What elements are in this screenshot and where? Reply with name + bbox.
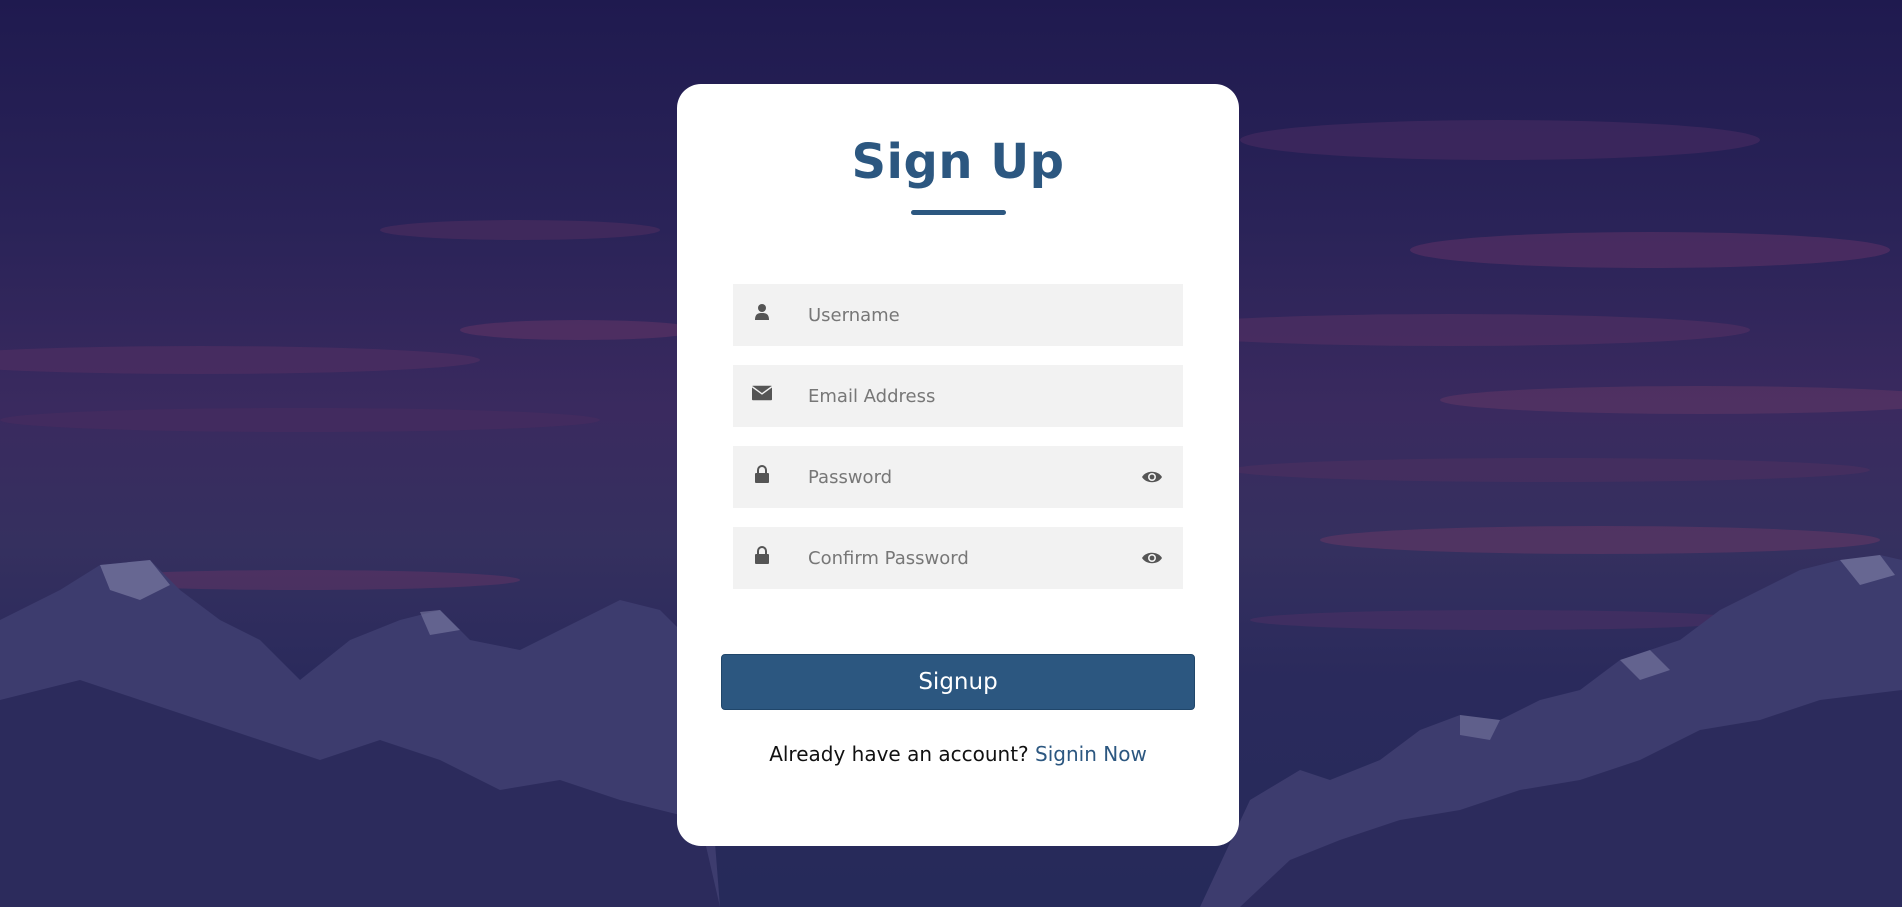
eye-icon[interactable] [1141, 466, 1163, 488]
envelope-icon [752, 383, 772, 403]
username-field [733, 284, 1183, 346]
title-underline [911, 210, 1006, 215]
eye-icon[interactable] [1141, 547, 1163, 569]
page-title: Sign Up [851, 134, 1065, 190]
user-icon [752, 302, 772, 322]
signup-button[interactable]: Signup [721, 654, 1195, 710]
lock-icon [752, 545, 772, 565]
password-field [733, 446, 1183, 508]
email-input[interactable] [808, 365, 1128, 427]
signin-prompt: Already have an account? Signin Now [677, 742, 1239, 766]
lock-icon [752, 464, 772, 484]
signup-card: Sign Up Username Email Address Signup Al… [677, 84, 1239, 846]
signin-prompt-text: Already have an account? [769, 742, 1029, 766]
email-field [733, 365, 1183, 427]
username-input[interactable] [808, 284, 1128, 346]
password-input[interactable] [808, 446, 1128, 508]
signin-link[interactable]: Signin Now [1035, 742, 1147, 766]
confirm-password-field [733, 527, 1183, 589]
confirm-password-input[interactable] [808, 527, 1128, 589]
